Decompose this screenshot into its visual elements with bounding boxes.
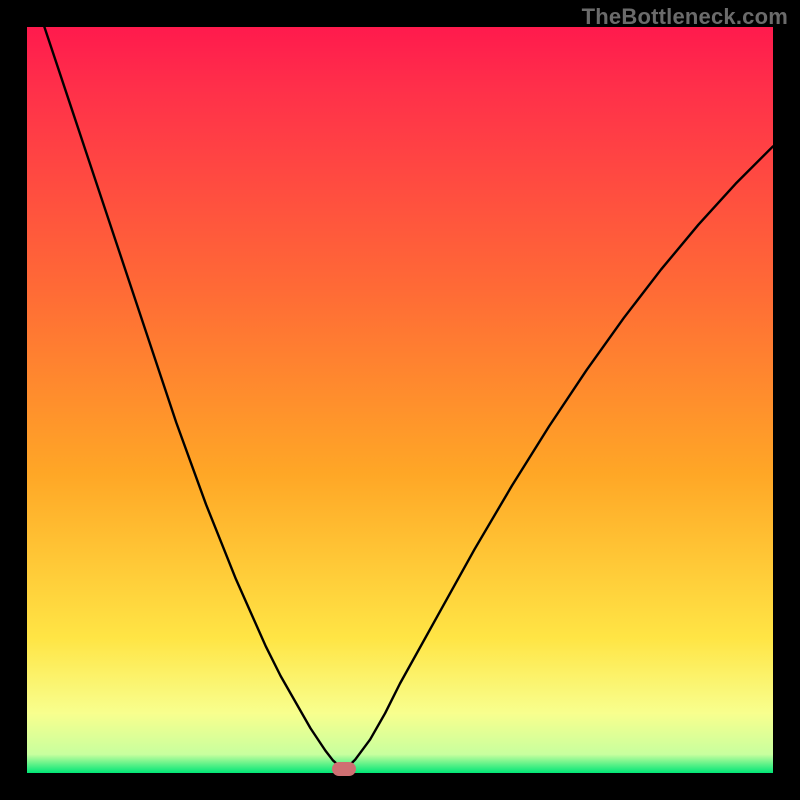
bottleneck-chart-svg (27, 27, 773, 773)
plot-area (27, 27, 773, 773)
gradient-background (27, 27, 773, 773)
watermark-text: TheBottleneck.com (582, 4, 788, 30)
chart-frame: TheBottleneck.com (0, 0, 800, 800)
optimal-point-marker (332, 762, 356, 776)
